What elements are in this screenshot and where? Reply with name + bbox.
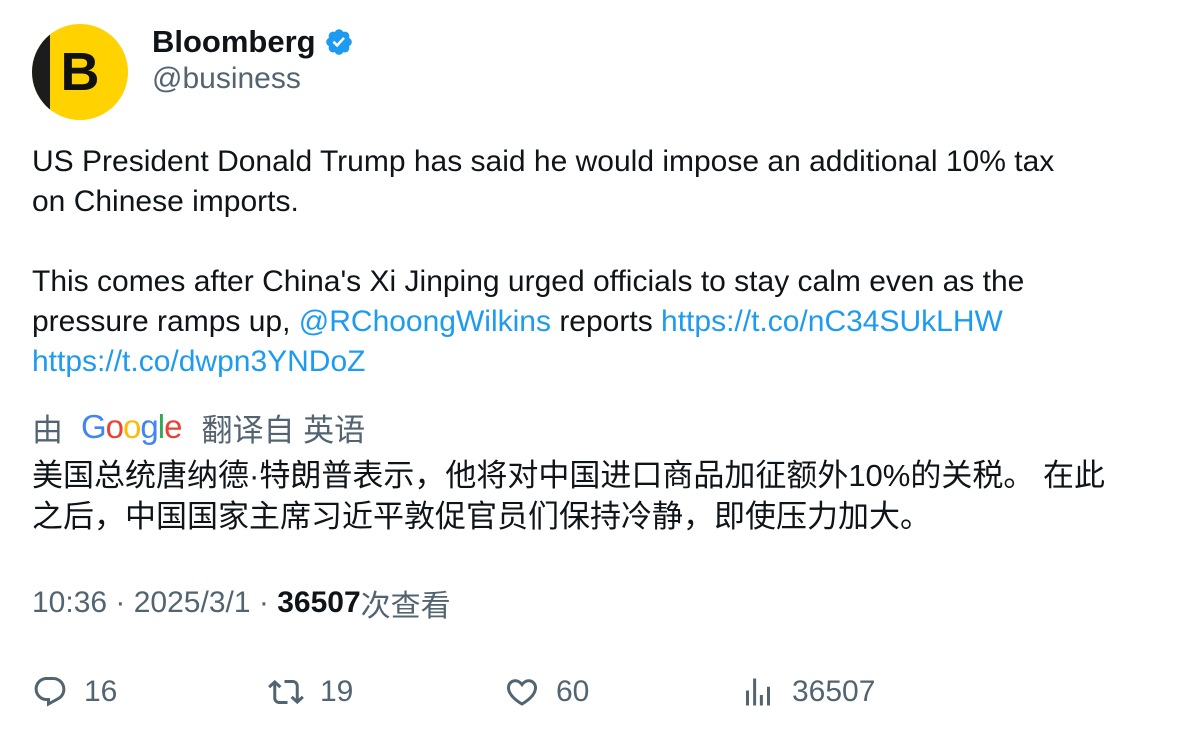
views-label: 次查看 (360, 590, 451, 623)
translation-by-label: 由 (32, 412, 63, 448)
tweet-time[interactable]: 10:36 (32, 586, 107, 620)
url-link-2[interactable]: https://t.co/dwpn3YNDoZ (32, 345, 366, 378)
mention-link[interactable]: @RChoongWilkins (299, 305, 551, 338)
reply-count: 16 (84, 675, 118, 708)
tweet-text-line: https://t.co/dwpn3YNDoZ (32, 342, 1152, 382)
reply-button[interactable]: 16 (32, 670, 117, 714)
tweet-text-line: This comes after China's Xi Jinping urge… (32, 265, 1025, 298)
reply-icon (34, 677, 66, 707)
tweet-text-segment: reports (550, 305, 662, 338)
views-action-count: 36507 (792, 675, 876, 708)
retweet-count: 19 (320, 675, 354, 708)
author-name-row: Bloomberg (152, 22, 354, 62)
author-handle[interactable]: @business (152, 62, 301, 96)
views-button[interactable]: 36507 (740, 670, 875, 714)
tweet-card: B Bloomberg @business US President Donal… (0, 0, 1196, 738)
verified-badge-icon (325, 29, 352, 55)
like-count: 60 (556, 675, 590, 708)
heart-icon (506, 679, 538, 706)
meta-separator: · (107, 586, 134, 619)
url-link-1[interactable]: https://t.co/nC34SUkLHW (661, 305, 1003, 338)
tweet-text-line: on Chinese imports. (32, 185, 299, 218)
tweet-text-segment: pressure ramps up, (32, 305, 299, 338)
translated-text-line: 美国总统唐纳德·特朗普表示，他将对中国进口商品加征额外10%的关税。 在此 (32, 458, 1105, 493)
avatar-letter: B (60, 42, 100, 102)
tweet-date[interactable]: 2025/3/1 (134, 586, 251, 620)
avatar[interactable]: B (32, 24, 128, 120)
meta-separator: · (250, 586, 278, 619)
google-logo: Google (81, 408, 182, 445)
author-display-name[interactable]: Bloomberg (152, 24, 316, 60)
translated-text: 美国总统唐纳德·特朗普表示，他将对中国进口商品加征额外10%的关税。 在此 之后… (32, 455, 1157, 537)
translation-from-label: 翻译自 英语 (201, 412, 366, 448)
analytics-icon (746, 678, 770, 706)
translated-text-line: 之后，中国国家主席习近平敦促官员们保持冷静，即使压力加大。 (32, 499, 931, 534)
retweet-button[interactable]: 19 (268, 670, 353, 714)
retweet-icon (268, 679, 304, 705)
translation-attribution[interactable]: 由 Google 翻译自 英语 (32, 407, 366, 448)
tweet-meta: 10:36 · 2025/3/1 · 36507 次查看 (32, 583, 451, 623)
views-count: 36507 (277, 586, 361, 619)
tweet-text: US President Donald Trump has said he wo… (32, 142, 1152, 382)
action-bar: 16 19 60 36507 (32, 670, 1172, 714)
tweet-text-line: US President Donald Trump has said he wo… (32, 145, 1055, 178)
like-button[interactable]: 60 (504, 670, 589, 714)
tweet-text-line: pressure ramps up, @RChoongWilkins repor… (32, 302, 1152, 342)
